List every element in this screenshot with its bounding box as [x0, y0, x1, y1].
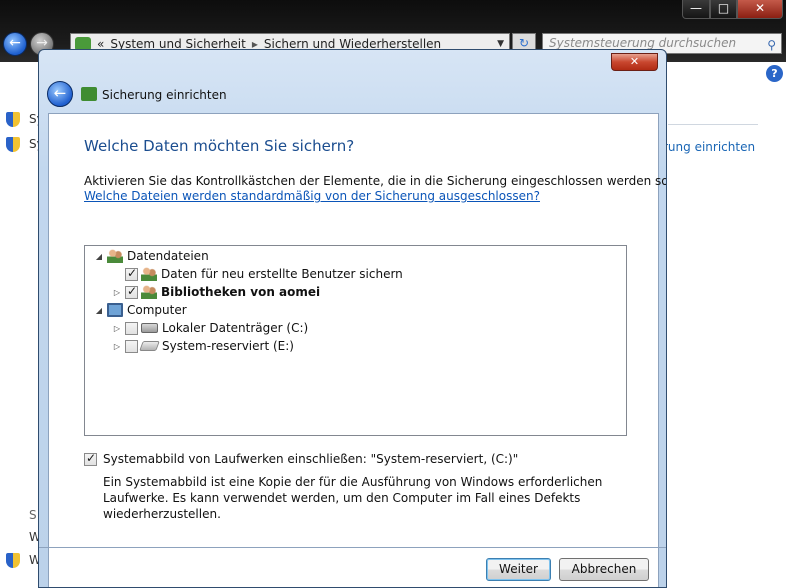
users-icon: [107, 249, 123, 263]
dialog-content: Welche Daten möchten Sie sichern? Aktivi…: [48, 113, 666, 587]
maximize-button[interactable]: □: [710, 0, 737, 19]
tree-item-checkbox[interactable]: [125, 284, 138, 299]
tree-item-label[interactable]: Bibliotheken von aomei: [161, 285, 320, 299]
tree-item[interactable]: ▷ System-reserviert (E:): [111, 337, 294, 355]
minimize-button[interactable]: —: [682, 0, 710, 19]
collapse-arrow-icon[interactable]: ◢: [93, 252, 105, 261]
backup-setup-dialog: ✕ ← Sicherung einrichten Welche Daten mö…: [38, 49, 667, 588]
tree-item-label[interactable]: Daten für neu erstellte Benutzer sichern: [161, 267, 403, 281]
expand-arrow-icon[interactable]: ▷: [111, 324, 123, 333]
tree-item[interactable]: ◢ Datendateien: [93, 247, 209, 265]
instruction-text: Aktivieren Sie das Kontrollkästchen der …: [84, 174, 667, 188]
help-icon[interactable]: ?: [766, 65, 783, 82]
tree-item-checkbox[interactable]: [125, 339, 138, 353]
shield-icon: [6, 112, 20, 127]
tree-item-label[interactable]: Computer: [127, 303, 187, 317]
expand-arrow-icon[interactable]: ▷: [111, 288, 123, 297]
shield-icon: [6, 137, 20, 152]
system-image-label[interactable]: Systemabbild von Laufwerken einschließen…: [103, 452, 518, 466]
search-placeholder: Systemsteuerung durchsuchen: [549, 36, 737, 50]
divider: [668, 124, 758, 125]
tree-item[interactable]: ◢ Computer: [93, 301, 187, 319]
users-icon: [141, 285, 157, 299]
system-image-description: Ein Systemabbild ist eine Kopie der für …: [103, 475, 603, 521]
expand-arrow-icon[interactable]: ▷: [111, 342, 123, 351]
tree-item[interactable]: ▷ Lokaler Datenträger (C:): [111, 319, 308, 337]
page-title: Welche Daten möchten Sie sichern?: [84, 137, 355, 155]
computer-icon: [107, 303, 123, 317]
backup-icon: [81, 87, 97, 101]
back-arrow-icon[interactable]: ←: [47, 81, 73, 107]
collapse-arrow-icon[interactable]: ◢: [93, 306, 105, 315]
next-button[interactable]: Weiter: [486, 558, 551, 581]
search-icon[interactable]: ⚲: [767, 36, 776, 55]
divider: [39, 547, 666, 548]
excluded-files-link[interactable]: Welche Dateien werden standardmäßig von …: [84, 189, 540, 203]
tree-item-label[interactable]: System-reserviert (E:): [162, 339, 294, 353]
tree-item-checkbox[interactable]: [125, 266, 138, 281]
back-arrow-icon[interactable]: ←: [3, 32, 27, 56]
tree-item-checkbox[interactable]: [125, 321, 138, 335]
drive-icon: [139, 341, 160, 351]
close-icon[interactable]: ✕: [611, 53, 658, 71]
drive-icon: [141, 323, 158, 333]
shield-icon: [6, 553, 20, 568]
tree-item-label[interactable]: Lokaler Datenträger (C:): [162, 321, 308, 335]
system-image-option[interactable]: Systemabbild von Laufwerken einschließen…: [84, 451, 518, 466]
side-heading-fragment: S: [29, 508, 37, 522]
backup-item-tree[interactable]: ◢ Datendateien Daten für neu erstellte Ben…: [84, 245, 627, 436]
close-window-button[interactable]: ✕: [737, 0, 783, 19]
tree-item[interactable]: Daten für neu erstellte Benutzer sichern: [111, 265, 403, 283]
dialog-title: Sicherung einrichten: [102, 88, 227, 102]
cancel-button[interactable]: Abbrechen: [559, 558, 649, 581]
tree-item[interactable]: ▷ Bibliotheken von aomei: [111, 283, 320, 301]
users-icon: [141, 267, 157, 281]
setup-backup-link[interactable]: rung einrichten: [663, 140, 755, 154]
chevron-down-icon[interactable]: ▼: [497, 39, 504, 49]
tree-item-label[interactable]: Datendateien: [127, 249, 209, 263]
system-image-checkbox[interactable]: [84, 451, 97, 466]
